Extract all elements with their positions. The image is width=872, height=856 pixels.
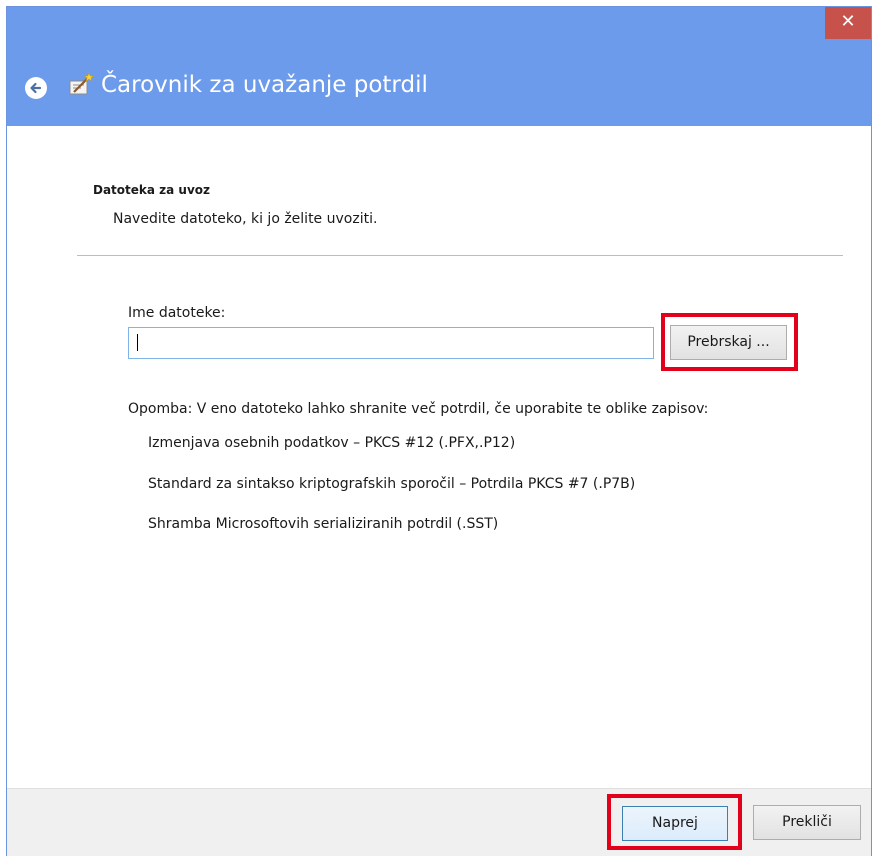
back-arrow-icon (30, 82, 42, 94)
format-item: Standard za sintakso kriptografskih spor… (148, 476, 636, 492)
close-button[interactable]: ✕ (825, 7, 871, 39)
title-bar: ✕ Čarovnik za uvažanje potrdil (7, 7, 871, 126)
page-subheading: Navedite datoteko, ki jo želite uvoziti. (113, 211, 378, 227)
close-icon: ✕ (840, 11, 856, 32)
filename-input[interactable] (128, 327, 654, 359)
format-note: Opomba: V eno datoteko lahko shranite ve… (128, 401, 709, 417)
divider (77, 255, 843, 256)
format-item: Izmenjava osebnih podatkov – PKCS #12 (.… (148, 435, 516, 451)
certificate-import-wizard-window: ✕ Čarovnik za uvažanje potrdil Datoteka … (6, 6, 872, 856)
page-heading: Datoteka za uvoz (93, 183, 211, 197)
filename-label: Ime datoteke: (128, 305, 226, 321)
text-caret (137, 334, 138, 351)
browse-button[interactable]: Prebrskaj ... (670, 325, 787, 360)
cancel-button[interactable]: Prekliči (753, 805, 861, 840)
next-button[interactable]: Naprej (622, 806, 728, 841)
format-item: Shramba Microsoftovih serializiranih pot… (148, 516, 499, 532)
back-button[interactable] (25, 77, 47, 99)
certificate-wizard-icon (69, 72, 95, 95)
window-title: Čarovnik za uvažanje potrdil (101, 72, 428, 98)
